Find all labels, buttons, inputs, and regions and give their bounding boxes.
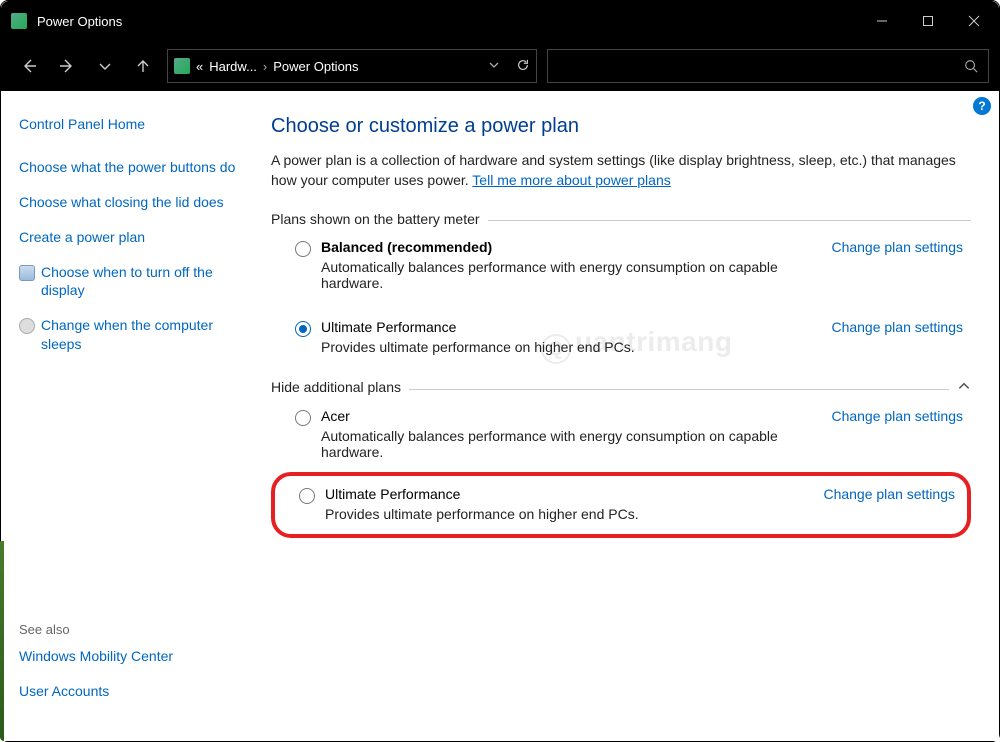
minimize-button[interactable] (859, 1, 905, 41)
change-settings-ultimate-2[interactable]: Change plan settings (823, 486, 955, 502)
collapse-chevron-icon[interactable] (957, 379, 971, 396)
see-also-user-accounts[interactable]: User Accounts (19, 682, 243, 701)
sidebar-link-power-buttons[interactable]: Choose what the power buttons do (19, 158, 243, 177)
sidebar-item-turn-off-display: Choose when to turn off the display (19, 263, 243, 301)
nav-bar: « Hardw... › Power Options (1, 41, 999, 91)
sidebar: Control Panel Home Choose what the power… (1, 91, 261, 741)
radio-ultimate-2[interactable] (299, 488, 315, 504)
content-area: ? Control Panel Home Choose what the pow… (1, 91, 999, 741)
wallpaper-edge (0, 541, 4, 741)
address-bar[interactable]: « Hardw... › Power Options (167, 49, 537, 83)
recent-dropdown[interactable] (87, 48, 123, 84)
window-controls (859, 1, 997, 41)
close-button[interactable] (951, 1, 997, 41)
plan-balanced: Balanced (recommended) Automatically bal… (271, 227, 971, 295)
plan-ultimate-2-desc: Provides ultimate performance on higher … (325, 506, 813, 522)
see-also-heading: See also (19, 622, 243, 637)
breadcrumb-power-options[interactable]: Power Options (273, 59, 358, 74)
change-settings-acer[interactable]: Change plan settings (831, 408, 963, 424)
radio-ultimate-1[interactable] (295, 321, 311, 337)
change-settings-ultimate-1[interactable]: Change plan settings (831, 319, 963, 335)
section-additional-plans-label: Hide additional plans (271, 379, 401, 395)
search-box[interactable] (547, 49, 989, 83)
section-battery-meter: Plans shown on the battery meter (271, 211, 971, 227)
moon-icon (19, 318, 35, 334)
title-bar: Power Options (1, 1, 999, 41)
back-button[interactable] (11, 48, 47, 84)
search-icon (964, 59, 978, 73)
monitor-icon (19, 265, 35, 281)
radio-balanced[interactable] (295, 241, 311, 257)
see-also-mobility-center[interactable]: Windows Mobility Center (19, 647, 243, 666)
radio-acer[interactable] (295, 410, 311, 426)
plan-ultimate-2-name[interactable]: Ultimate Performance (325, 486, 813, 502)
plan-acer-name[interactable]: Acer (321, 408, 821, 424)
section-battery-meter-label: Plans shown on the battery meter (271, 211, 480, 227)
plan-balanced-name[interactable]: Balanced (recommended) (321, 239, 821, 255)
page-heading: Choose or customize a power plan (271, 115, 971, 138)
forward-button[interactable] (49, 48, 85, 84)
main-panel: Quantrimang Choose or customize a power … (261, 91, 999, 741)
plan-ultimate-1-desc: Provides ultimate performance on higher … (321, 339, 821, 355)
sidebar-link-closing-lid[interactable]: Choose what closing the lid does (19, 193, 243, 212)
plan-acer-desc: Automatically balances performance with … (321, 428, 821, 460)
sidebar-link-turn-off-display[interactable]: Choose when to turn off the display (41, 263, 243, 301)
plan-balanced-desc: Automatically balances performance with … (321, 259, 821, 291)
section-additional-plans[interactable]: Hide additional plans (271, 379, 971, 396)
breadcrumb-hardware[interactable]: Hardw... (209, 59, 257, 74)
address-dropdown-icon[interactable] (488, 59, 500, 74)
up-button[interactable] (125, 48, 161, 84)
window-title: Power Options (37, 14, 859, 29)
intro-text: A power plan is a collection of hardware… (271, 150, 961, 191)
plan-ultimate-1: Ultimate Performance Provides ultimate p… (271, 307, 971, 359)
maximize-button[interactable] (905, 1, 951, 41)
breadcrumb-sep: › (263, 59, 267, 74)
change-settings-balanced[interactable]: Change plan settings (831, 239, 963, 255)
app-icon (11, 13, 27, 29)
plan-acer: Acer Automatically balances performance … (271, 396, 971, 464)
control-panel-home-link[interactable]: Control Panel Home (19, 115, 243, 134)
sidebar-link-computer-sleeps[interactable]: Change when the computer sleeps (41, 316, 243, 354)
breadcrumb-pre: « (196, 59, 203, 74)
highlighted-plan-box: Ultimate Performance Provides ultimate p… (271, 472, 971, 538)
learn-more-link[interactable]: Tell me more about power plans (472, 172, 670, 188)
plan-ultimate-2: Ultimate Performance Provides ultimate p… (279, 478, 963, 526)
refresh-button[interactable] (516, 58, 530, 75)
plan-ultimate-1-name[interactable]: Ultimate Performance (321, 319, 821, 335)
sidebar-link-create-plan[interactable]: Create a power plan (19, 228, 243, 247)
sidebar-item-computer-sleeps: Change when the computer sleeps (19, 316, 243, 354)
location-icon (174, 58, 190, 74)
